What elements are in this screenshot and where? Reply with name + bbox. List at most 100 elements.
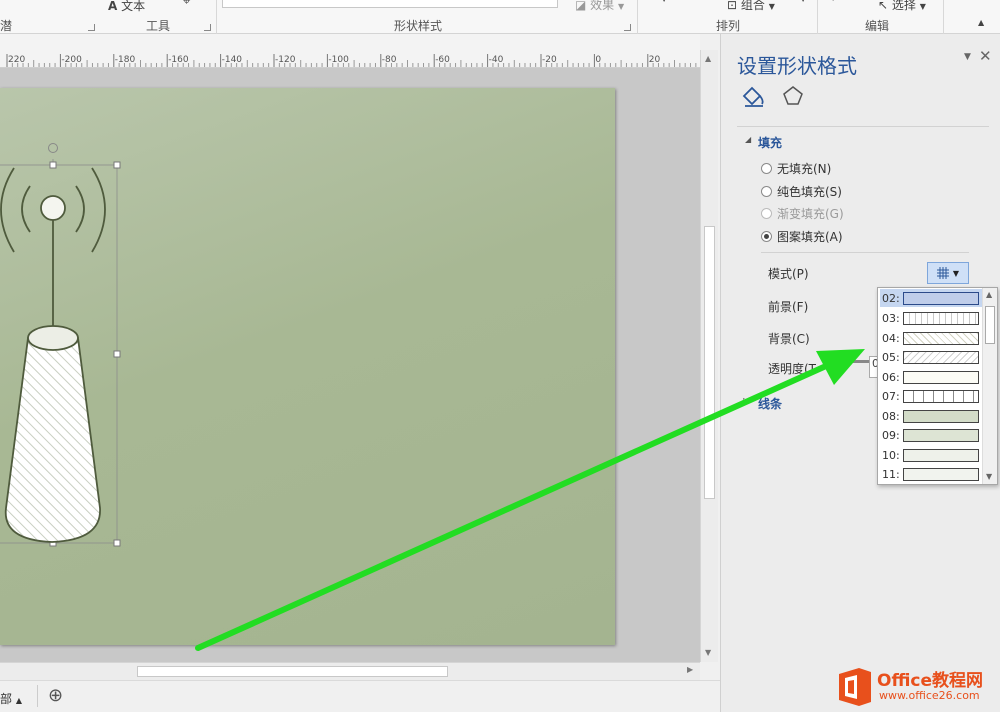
pattern-scroll-thumb[interactable] bbox=[985, 306, 995, 344]
scroll-down-icon[interactable]: ▼ bbox=[986, 472, 992, 481]
effects-icon: ◪ bbox=[575, 0, 587, 12]
pattern-dropdown-button[interactable]: ▼ bbox=[927, 262, 969, 284]
line-section-title[interactable]: 线条 bbox=[758, 395, 782, 412]
horizontal-scroll-thumb[interactable] bbox=[137, 666, 448, 677]
pattern-gallery-scrollbar[interactable]: ▲ ▼ bbox=[982, 288, 997, 484]
radio-gradient-fill: 渐变填充(G) bbox=[761, 204, 844, 222]
scroll-up-icon[interactable]: ▲ bbox=[986, 290, 992, 299]
pattern-label: 模式(P) bbox=[768, 267, 809, 281]
pattern-swatch bbox=[902, 448, 979, 462]
antenna-shape-selection[interactable] bbox=[0, 68, 700, 662]
radio-no-fill[interactable]: 无填充(N) bbox=[761, 159, 831, 177]
shape-style-gallery[interactable] bbox=[222, 0, 558, 8]
background-label: 背景(C) bbox=[768, 332, 810, 346]
radio-solid-fill[interactable]: 纯色填充(S) bbox=[761, 182, 842, 200]
shape-pentagon-icon[interactable] bbox=[781, 84, 805, 108]
select-button[interactable]: ↖ 选择 ▼ bbox=[878, 0, 926, 13]
ribbon-divider bbox=[943, 0, 944, 34]
resize-handle[interactable] bbox=[113, 161, 121, 169]
horizontal-scrollbar[interactable]: ▶ bbox=[0, 662, 700, 680]
radio-indicator bbox=[761, 207, 772, 219]
pattern-option[interactable]: 10: bbox=[880, 446, 982, 464]
radio-pattern-fill-label: 图案填充(A) bbox=[777, 229, 843, 244]
pattern-option[interactable]: 05: bbox=[880, 348, 982, 366]
pattern-option[interactable]: 08: bbox=[880, 407, 982, 425]
pattern-option-label: 04: bbox=[882, 331, 900, 345]
ruler-label: -160 bbox=[168, 55, 189, 65]
collapse-ribbon-icon[interactable]: ▲ bbox=[978, 18, 984, 27]
group-button-label: 组合 bbox=[740, 0, 765, 12]
pane-title: 设置形状格式 bbox=[737, 54, 857, 78]
launcher-icon[interactable] bbox=[204, 24, 211, 31]
resize-handle[interactable] bbox=[113, 350, 121, 358]
resize-handle[interactable] bbox=[113, 539, 121, 547]
watermark-url: www.office26.com bbox=[879, 689, 980, 702]
pattern-swatch bbox=[902, 389, 979, 403]
scroll-up-icon[interactable]: ▲ bbox=[705, 54, 711, 63]
section-collapse-icon[interactable]: ◢ bbox=[745, 135, 751, 144]
pattern-option[interactable]: 06: bbox=[880, 368, 982, 386]
ruler-label: -80 bbox=[382, 55, 397, 65]
radio-indicator[interactable] bbox=[761, 230, 772, 242]
chevron-down-icon[interactable]: ▼ bbox=[800, 0, 806, 3]
pattern-option-label: 11: bbox=[882, 467, 900, 481]
pattern-option-label: 05: bbox=[882, 350, 900, 364]
chevron-down-icon: ▼ bbox=[618, 2, 625, 11]
radio-pattern-fill[interactable]: 图案填充(A) bbox=[761, 227, 843, 245]
pattern-option[interactable]: 03: bbox=[880, 309, 982, 327]
launcher-icon[interactable] bbox=[88, 24, 95, 31]
radio-indicator[interactable] bbox=[761, 162, 772, 174]
page-tab[interactable]: 部 ▲ bbox=[0, 690, 22, 707]
pane-divider bbox=[737, 126, 989, 127]
pane-divider bbox=[761, 252, 969, 253]
radio-indicator[interactable] bbox=[761, 185, 772, 197]
launcher-icon[interactable] bbox=[624, 24, 631, 31]
shape-anchor-icon[interactable]: ⌖ bbox=[183, 0, 190, 9]
ruler-ticks: 220 -200 -180 -160 -140 -120 -100 -80 -60 -40 -20 0… bbox=[6, 54, 697, 67]
ribbon-divider bbox=[216, 0, 217, 34]
section-expand-icon[interactable]: ▷ bbox=[743, 396, 749, 405]
close-icon[interactable]: ✕ bbox=[979, 47, 992, 65]
fill-line-icon[interactable] bbox=[741, 84, 767, 108]
pattern-swatch bbox=[902, 331, 979, 345]
cursor-arrow-icon: ↖ bbox=[878, 0, 889, 12]
scroll-right-icon[interactable]: ▶ bbox=[687, 665, 693, 674]
text-button[interactable]: A 文本 bbox=[108, 0, 145, 14]
rotate-handle-icon[interactable] bbox=[48, 143, 58, 153]
pattern-option[interactable]: 11: bbox=[880, 465, 982, 483]
ribbon-group-shape-styles: 形状样式 bbox=[394, 19, 443, 33]
chevron-down-icon[interactable]: ▼ bbox=[661, 0, 667, 3]
pattern-option[interactable]: 07: bbox=[880, 387, 982, 405]
page-tab-label: 部 bbox=[0, 692, 13, 706]
add-page-icon[interactable]: ⊕ bbox=[48, 685, 63, 706]
ribbon-group-tools: 工具 bbox=[146, 19, 171, 33]
vertical-scroll-thumb[interactable] bbox=[704, 226, 715, 499]
fill-section-title[interactable]: 填充 bbox=[758, 134, 782, 151]
pane-options-chevron-icon[interactable]: ▼ bbox=[964, 52, 971, 62]
resize-handle[interactable] bbox=[49, 161, 57, 169]
ruler-label: -180 bbox=[115, 55, 136, 65]
chevron-down-icon[interactable]: ▼ bbox=[830, 0, 836, 2]
effects-button[interactable]: ◪ 效果 ▼ bbox=[575, 0, 624, 13]
pattern-option[interactable]: 04: bbox=[880, 329, 982, 347]
ruler-label: 0 bbox=[595, 55, 601, 65]
pattern-option[interactable]: 02: bbox=[880, 289, 982, 307]
chevron-down-icon: ▼ bbox=[768, 2, 775, 11]
drawing-canvas[interactable] bbox=[0, 68, 700, 662]
pattern-option-label: 10: bbox=[882, 448, 900, 462]
radio-gradient-fill-label: 渐变填充(G) bbox=[777, 206, 844, 221]
group-button[interactable]: ⊡ 组合 ▼ bbox=[727, 0, 775, 13]
pattern-swatch bbox=[902, 370, 979, 384]
pattern-swatch bbox=[902, 467, 979, 481]
pattern-option[interactable]: 09: bbox=[880, 426, 982, 444]
ruler-label: -100 bbox=[328, 55, 349, 65]
pattern-option-label: 06: bbox=[882, 370, 900, 384]
pattern-gallery-dropdown[interactable]: 02: 03: 04: 05: 06: 07: 08: 09: 10: 11: … bbox=[877, 287, 998, 485]
scroll-down-icon[interactable]: ▼ bbox=[705, 648, 711, 657]
radio-no-fill-label: 无填充(N) bbox=[777, 161, 832, 176]
chevron-down-icon: ▼ bbox=[919, 2, 926, 11]
vertical-scrollbar[interactable]: ▲ ▼ bbox=[700, 50, 718, 662]
pattern-swatch bbox=[902, 311, 979, 325]
transparency-label: 透明度(T) bbox=[768, 362, 816, 376]
text-button-label: 文本 bbox=[121, 0, 146, 13]
